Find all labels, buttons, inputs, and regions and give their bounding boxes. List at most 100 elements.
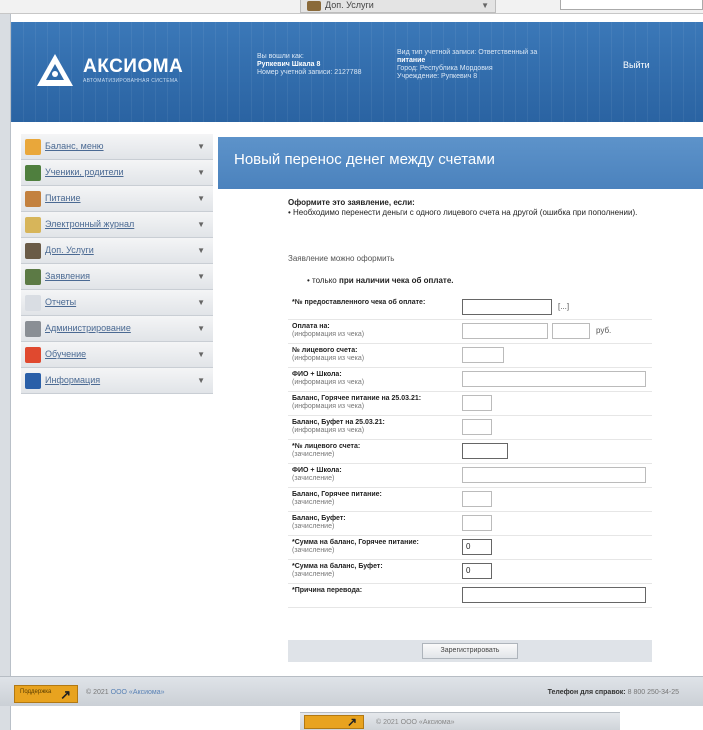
form-row: *Сумма на баланс, Буфет: (зачисление) 0 (288, 560, 652, 584)
form-row: ФИО + Школа: (зачисление) (288, 464, 652, 488)
field-label: *Сумма на баланс, Горячее питание: (зачис… (292, 539, 462, 555)
sidebar-item[interactable]: Отчеты ▼ (21, 290, 213, 316)
brand-name: АКСИОМА (83, 56, 184, 77)
sidebar-item[interactable]: Администрирование ▼ (21, 316, 213, 342)
logo[interactable]: АКСИОМА АВТОМАТИЗИРОВАННАЯ СИСТЕМА (35, 52, 215, 88)
form-row: *№ предоставленного чека об оплате: [...] (288, 296, 652, 320)
field-label-hint: (зачисление) (292, 499, 335, 506)
phone-number: 8 800 250-34-25 (627, 689, 679, 696)
phone-label: Телефон для справок: (547, 689, 626, 696)
field-label: Баланс, Горячее питание на 25.03.21: (инф… (292, 395, 462, 411)
balance-icon (25, 139, 41, 155)
account-info-line: Город: Республика Мордовия (397, 65, 493, 72)
form-input[interactable] (462, 395, 492, 411)
arrow-icon: ↗ (60, 687, 71, 702)
chevron-down-icon: ▼ (197, 324, 205, 333)
field-label-text: Оплата на: (292, 323, 330, 330)
account-info: Вид тип учетной записи: Ответственный за… (397, 49, 607, 81)
form-row: Баланс, Горячее питание: (зачисление) (288, 488, 652, 512)
exit-link[interactable]: Выйти (623, 60, 650, 70)
form-input[interactable] (462, 467, 646, 483)
sidebar-item[interactable]: Доп. Услуги ▼ (21, 238, 213, 264)
instructions: Оформите это заявление, если: • Необходи… (288, 198, 668, 218)
company-link[interactable]: ООО «Аксиома» (401, 719, 455, 726)
students-icon (25, 165, 41, 181)
info-icon (25, 373, 41, 389)
chevron-down-icon: ▼ (197, 142, 205, 151)
chevron-down-icon: ▼ (481, 1, 489, 10)
field-label: Оплата на: (информация из чека) (292, 323, 462, 339)
form-input[interactable] (462, 323, 548, 339)
content-title-bar: Новый перенос денег между счетами (218, 137, 703, 189)
phone-info: Телефон для справок: 8 800 250-34-25 (548, 689, 679, 696)
support-badge[interactable]: ↗ (304, 715, 364, 729)
instructions-heading: Оформите это заявление, если: (288, 198, 415, 207)
field-extra[interactable]: [...] (558, 302, 569, 311)
field-label-text: *№ предоставленного чека об оплате: (292, 299, 426, 306)
field-label-text: № лицевого счета: (292, 347, 358, 354)
sidebar-item[interactable]: Обучение ▼ (21, 342, 213, 368)
sidebar-item[interactable]: Баланс, меню ▼ (21, 134, 213, 160)
field-label-text: Баланс, Буфет на 25.03.21: (292, 419, 385, 426)
chevron-down-icon: ▼ (197, 376, 205, 385)
sidebar-item-label: Ученики, родители (45, 167, 124, 177)
form-row: Баланс, Буфет: (зачисление) (288, 512, 652, 536)
services-icon (307, 1, 321, 11)
chevron-down-icon: ▼ (197, 194, 205, 203)
app-window: АКСИОМА АВТОМАТИЗИРОВАННАЯ СИСТЕМА Вы во… (10, 14, 703, 730)
sidebar-item[interactable]: Заявления ▼ (21, 264, 213, 290)
field-label-text: *Сумма на баланс, Горячее питание: (292, 539, 419, 546)
field-label-text: *Причина перевода: (292, 587, 363, 594)
form-actions: Зарегистрировать (288, 640, 652, 662)
field-label: ФИО + Школа: (информация из чека) (292, 371, 462, 387)
background-window-strip: Доп. Услуги ▼ (0, 0, 703, 14)
sidebar-item-label: Доп. Услуги (45, 245, 94, 255)
field-label-hint: (информация из чека) (292, 403, 365, 410)
footer-duplicate: ↗ © 2021 ООО «Аксиома» (300, 712, 620, 730)
sidebar-item[interactable]: Информация ▼ (21, 368, 213, 394)
sidebar-item[interactable]: Ученики, родители ▼ (21, 160, 213, 186)
field-label-hint: (зачисление) (292, 475, 335, 482)
form-input[interactable] (462, 371, 646, 387)
form-input[interactable]: 0 (462, 539, 492, 555)
sidebar-item[interactable]: Электронный журнал ▼ (21, 212, 213, 238)
form-input[interactable] (462, 491, 492, 507)
form-input[interactable] (462, 587, 646, 603)
form-input[interactable] (462, 347, 504, 363)
chevron-down-icon: ▼ (197, 298, 205, 307)
top-field[interactable] (560, 0, 703, 10)
top-tab[interactable]: Доп. Услуги ▼ (300, 0, 496, 13)
sidebar-item-label: Отчеты (45, 297, 77, 307)
form-row: Баланс, Горячее питание на 25.03.21: (инф… (288, 392, 652, 416)
instructions-condition: • только при наличии чека об оплате. (307, 276, 454, 285)
footer: Поддержка ↗ © 2021 ООО «Аксиома» Телефон… (0, 676, 703, 706)
company-link[interactable]: ООО «Аксиома» (111, 689, 165, 696)
form-row: *№ лицевого счета: (зачисление) (288, 440, 652, 464)
sidebar-item-label: Информация (45, 375, 101, 385)
form-input[interactable] (462, 419, 492, 435)
header: АКСИОМА АВТОМАТИЗИРОВАННАЯ СИСТЕМА Вы во… (11, 22, 703, 122)
copyright-text: © 2021 (376, 719, 399, 726)
field-label: *№ предоставленного чека об оплате: (292, 299, 462, 307)
user-info-line: Номер учетной записи: 2127788 (257, 69, 362, 76)
field-label: Баланс, Горячее питание: (зачисление) (292, 491, 462, 507)
sidebar: Баланс, меню ▼ Ученики, родители ▼ Питание ▼ Э… (21, 134, 213, 394)
form-input[interactable]: 0 (462, 563, 492, 579)
admin-icon (25, 321, 41, 337)
form-row: ФИО + Школа: (информация из чека) (288, 368, 652, 392)
form-input[interactable] (462, 299, 552, 315)
support-badge[interactable]: Поддержка ↗ (14, 685, 78, 703)
food-icon (25, 191, 41, 207)
field-label-text: Баланс, Горячее питание на 25.03.21: (292, 395, 422, 402)
sidebar-item[interactable]: Питание ▼ (21, 186, 213, 212)
field-label: Баланс, Буфет на 25.03.21: (информация из… (292, 419, 462, 435)
sidebar-item-label: Обучение (45, 349, 87, 359)
form-input[interactable] (462, 443, 508, 459)
register-button[interactable]: Зарегистрировать (422, 643, 518, 659)
services-icon (25, 243, 41, 259)
field-label-hint: (зачисление) (292, 571, 335, 578)
field-label-hint: (информация из чека) (292, 427, 365, 434)
form-input-secondary[interactable] (552, 323, 590, 339)
reports-icon (25, 295, 41, 311)
form-input[interactable] (462, 515, 492, 531)
